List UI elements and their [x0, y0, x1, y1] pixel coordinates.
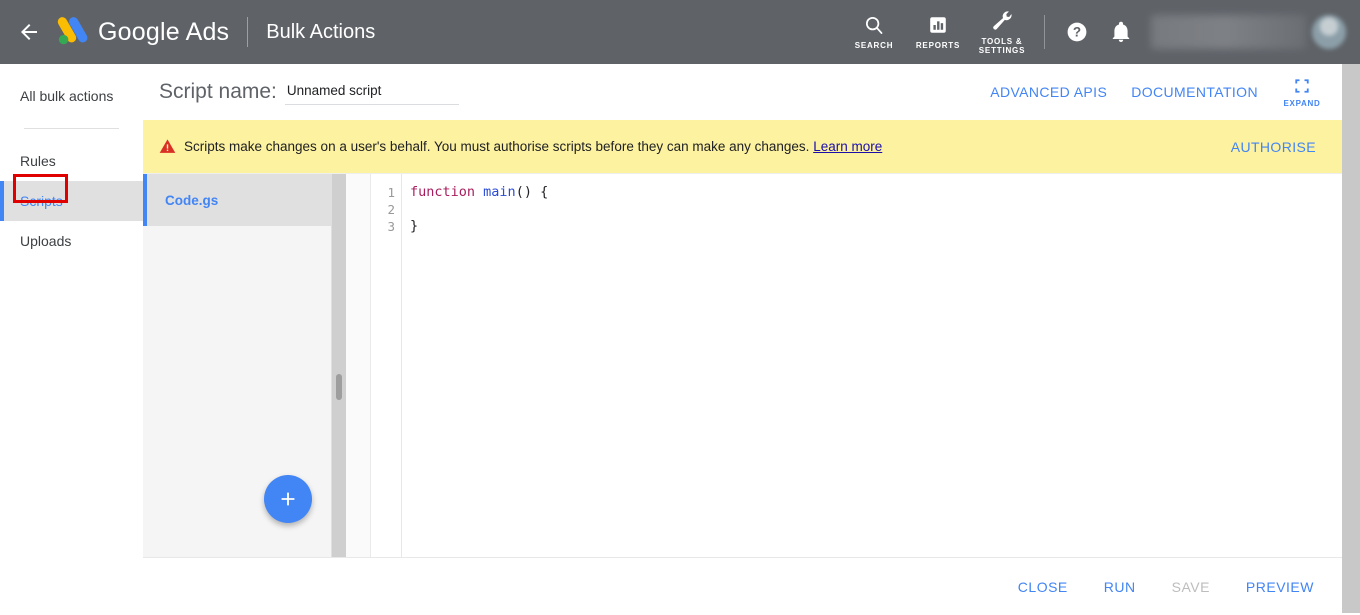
sidebar-item-uploads[interactable]: Uploads [0, 221, 143, 261]
expand-label: EXPAND [1284, 99, 1321, 108]
run-button[interactable]: RUN [1090, 569, 1150, 605]
script-name-row: Script name: ADVANCED APIS DOCUMENTATION… [143, 64, 1342, 120]
file-item-label: Code.gs [165, 193, 218, 208]
header-reports-label: REPORTS [916, 41, 960, 50]
expand-icon [1292, 76, 1312, 96]
svg-text:?: ? [1073, 25, 1081, 40]
main-content: Script name: ADVANCED APIS DOCUMENTATION… [143, 64, 1342, 613]
notifications-button[interactable] [1099, 10, 1143, 54]
reports-icon [927, 13, 949, 37]
sidebar-item-all-bulk-actions[interactable]: All bulk actions [0, 76, 143, 116]
help-button[interactable]: ? [1055, 10, 1099, 54]
code-content[interactable]: function main() { } [402, 174, 1342, 557]
arrow-back-icon [17, 20, 41, 44]
help-icon: ? [1065, 20, 1089, 44]
script-name-label: Script name: [159, 80, 277, 104]
header-tools-settings-label: TOOLS &SETTINGS [979, 37, 1025, 55]
header-actions: SEARCH REPORTS [842, 0, 1360, 64]
plus-icon [277, 488, 299, 510]
sidebar-item-rules[interactable]: Rules [0, 141, 143, 181]
bell-icon [1109, 20, 1133, 44]
back-arrow-button[interactable] [16, 19, 42, 45]
header-reports-button[interactable]: REPORTS [906, 0, 970, 64]
bulk-actions-script-editor-page: Google Ads Bulk Actions SEARCH [0, 0, 1360, 613]
left-sidebar: All bulk actions Rules Scripts Uploads [0, 64, 144, 613]
banner-message: Scripts make changes on a user's behalf.… [184, 139, 882, 154]
header-tools-settings-button[interactable]: TOOLS &SETTINGS [970, 0, 1034, 64]
page-title: Bulk Actions [266, 21, 375, 44]
sidebar-item-label: Rules [20, 153, 56, 169]
google-ads-logo [52, 12, 92, 52]
page-scrollbar[interactable] [1342, 64, 1360, 613]
sidebar-item-label: Scripts [20, 193, 63, 209]
learn-more-link[interactable]: Learn more [813, 139, 882, 154]
code-line-numbers: 123 [371, 174, 402, 557]
sidebar-divider-spacer-top [0, 116, 143, 128]
documentation-button[interactable]: DOCUMENTATION [1119, 76, 1270, 108]
sidebar-item-scripts[interactable]: Scripts [0, 181, 143, 221]
warning-triangle-icon [159, 138, 176, 155]
search-icon [863, 13, 885, 37]
sidebar-top-spacer [0, 64, 143, 76]
editor-region: Code.gs 123 function main() { } [143, 173, 1342, 557]
file-panel-scrollbar-thumb[interactable] [336, 374, 342, 400]
script-name-input[interactable] [285, 79, 459, 105]
file-item-code-gs[interactable]: Code.gs [143, 174, 331, 226]
avatar[interactable] [1312, 15, 1346, 49]
authorise-button[interactable]: AUTHORISE [1219, 131, 1328, 163]
top-header-bar: Google Ads Bulk Actions SEARCH [0, 0, 1360, 64]
file-list-panel: Code.gs [143, 174, 332, 557]
sidebar-item-label: Uploads [20, 233, 71, 249]
expand-button[interactable]: EXPAND [1280, 76, 1324, 108]
script-header-actions: ADVANCED APIS DOCUMENTATION EXPAND [978, 76, 1342, 108]
header-divider [247, 17, 248, 47]
wrench-icon [991, 9, 1014, 33]
code-editor[interactable]: 123 function main() { } [371, 174, 1342, 557]
banner-message-text: Scripts make changes on a user's behalf.… [184, 139, 809, 154]
preview-button[interactable]: PREVIEW [1232, 569, 1328, 605]
authorisation-warning-banner: Scripts make changes on a user's behalf.… [143, 120, 1342, 173]
google-ads-logo-icon [52, 12, 92, 52]
brand-name: Google Ads [98, 18, 229, 47]
editor-left-gutter [346, 174, 371, 557]
file-panel-scrollbar[interactable] [332, 174, 346, 557]
header-search-button[interactable]: SEARCH [842, 0, 906, 64]
header-actions-separator [1044, 15, 1045, 49]
save-button: SAVE [1158, 569, 1224, 605]
sidebar-divider-spacer-bottom [0, 129, 143, 141]
header-search-label: SEARCH [855, 41, 894, 50]
advanced-apis-button[interactable]: ADVANCED APIS [978, 76, 1119, 108]
account-info-redacted[interactable] [1151, 15, 1306, 49]
add-file-button[interactable] [264, 475, 312, 523]
editor-footer-bar: CLOSE RUN SAVE PREVIEW [143, 557, 1342, 615]
sidebar-item-label: All bulk actions [20, 88, 113, 104]
close-button[interactable]: CLOSE [1004, 569, 1082, 605]
